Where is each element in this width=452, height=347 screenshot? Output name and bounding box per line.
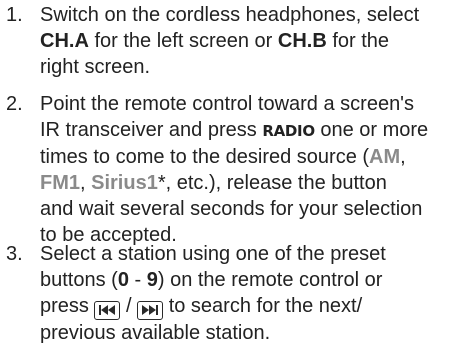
step-text: ) on the remote control or xyxy=(157,269,383,291)
step-text: IR transceiver and press xyxy=(40,119,263,141)
instruction-page: 1. Switch on the cordless headphones, se… xyxy=(0,0,452,347)
skip-forward-icon xyxy=(137,301,164,320)
step-text: , xyxy=(80,172,92,194)
step-text: one or more xyxy=(314,119,429,141)
step-line: press / to search for the next/ xyxy=(40,293,452,320)
channel-a-label: CH.A xyxy=(40,30,89,52)
step-line: CH.A for the left screen or CH.B for the xyxy=(40,28,452,54)
step-line: Switch on the cordless headphones, selec… xyxy=(40,2,452,28)
preset-range-start: 0 xyxy=(117,269,129,291)
step-line: buttons (0 - 9) on the remote control or xyxy=(40,267,452,293)
step-text: previous available station. xyxy=(40,322,271,344)
step-text: buttons ( xyxy=(40,269,118,291)
step-line: right screen. xyxy=(40,54,452,80)
step-number: 1. xyxy=(6,4,23,26)
step-line: Select a station using one of the preset xyxy=(40,241,452,267)
step-text: Select a station using one of the preset xyxy=(40,243,386,265)
step-text: times to come to the desired source ( xyxy=(40,146,370,168)
step-text: , xyxy=(400,146,406,168)
step-text: Switch on the cordless headphones, selec… xyxy=(40,4,420,26)
step-line: Point the remote control toward a screen… xyxy=(40,91,452,117)
step-number: 2. xyxy=(6,93,23,115)
step-text: press xyxy=(40,295,95,317)
source-am: AM xyxy=(369,146,401,168)
preset-range-end: 9 xyxy=(146,269,158,291)
step-text: - xyxy=(128,269,147,291)
step-text: for the xyxy=(326,30,390,52)
step-text: *, etc.), release the button xyxy=(157,172,387,194)
step-2: 2. Point the remote control toward a scr… xyxy=(0,91,452,248)
source-sirius1: Sirius1 xyxy=(91,172,158,194)
step-text: right screen. xyxy=(40,56,151,78)
step-line: FM1, Sirius1*, etc.), release the button xyxy=(40,170,452,196)
step-1: 1. Switch on the cordless headphones, se… xyxy=(0,2,452,80)
step-text: and wait several seconds for your select… xyxy=(40,198,423,220)
step-text: for the left screen or xyxy=(88,30,278,52)
skip-back-icon xyxy=(94,301,121,320)
step-text: to search for the next/ xyxy=(163,295,363,317)
step-line: and wait several seconds for your select… xyxy=(40,196,452,222)
step-text: / xyxy=(120,295,138,317)
channel-b-label: CH.B xyxy=(277,30,327,52)
step-line: IR transceiver and press RADIO one or mo… xyxy=(40,117,452,144)
source-fm1: FM1 xyxy=(40,172,80,194)
step-line: times to come to the desired source (AM, xyxy=(40,144,452,170)
step-3: 3. Select a station using one of the pre… xyxy=(0,241,452,346)
radio-button-label: RADIO xyxy=(262,122,315,140)
step-text: Point the remote control toward a screen… xyxy=(40,93,415,115)
step-number: 3. xyxy=(6,243,23,265)
step-line: previous available station. xyxy=(40,320,452,346)
